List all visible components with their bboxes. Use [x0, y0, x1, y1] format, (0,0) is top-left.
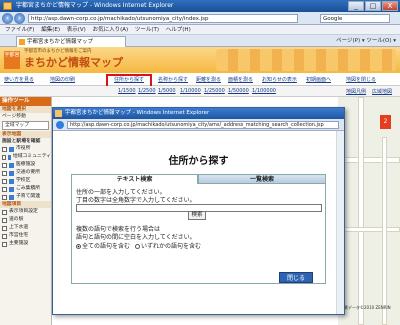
close-window-button[interactable]: X: [382, 1, 398, 11]
map-copyright: 背景データ©2010 ZENRIN: [340, 305, 391, 310]
window-title: 宇都宮まちかど情報マップ - Windows Internet Explorer: [16, 2, 174, 9]
tab-text-search[interactable]: テキスト検索: [71, 174, 198, 184]
left-panel: 操作ツール 地図を選択 ページ移動 全域マップ 表示地図 施設と駅場を確認 市役…: [0, 97, 52, 325]
site-banner: 宇都宮 宇都宮市のまちかど情報をご案内 まちかど情報マップ: [0, 47, 400, 73]
site-toolbar: 使い方を見る 地図の印刷 住所から探す 名称から探す 距離を測る 面積を測る お…: [0, 73, 400, 86]
legend-link[interactable]: 地図凡例: [346, 88, 366, 95]
tab-bar: 宇都宮まちかど情報マップ ページ(P) ▾ ツール(O) ▾: [0, 35, 400, 47]
scale-2500[interactable]: 1/2500: [138, 88, 156, 94]
close-map-link[interactable]: 地図を閉じる: [346, 76, 376, 83]
layer-item[interactable]: 市役所: [0, 145, 51, 153]
scale-bar: 1/1500 1/2500 1/5000 1/10000 1/25000 1/5…: [0, 86, 400, 97]
instruction-line: 丁目の数字は全角数字で入力してください。: [76, 197, 196, 204]
radio-all-label: 全ての語句を含む: [82, 243, 131, 250]
layer-item[interactable]: 医療施設: [0, 161, 51, 169]
notice-link[interactable]: お知らせの表示: [262, 76, 297, 83]
initial-view-link[interactable]: 初期画面へ: [306, 76, 331, 83]
radio-any-word[interactable]: [134, 244, 140, 249]
measure-distance-link[interactable]: 距離を測る: [196, 76, 221, 83]
ie-page-icon: [3, 2, 12, 10]
help-link[interactable]: 使い方を見る: [4, 76, 34, 83]
measure-area-link[interactable]: 面積を測る: [228, 76, 253, 83]
menu-view[interactable]: 表示(V): [67, 27, 86, 33]
print-link[interactable]: 地図の印刷: [50, 76, 75, 83]
ie-icon: [56, 121, 64, 129]
forward-arrow-icon[interactable]: ›: [14, 13, 25, 24]
window-titlebar: 宇都宮まちかど情報マップ - Windows Internet Explorer…: [0, 0, 400, 12]
map-item[interactable]: 上下水道: [0, 224, 51, 232]
name-search-link[interactable]: 名称から探す: [158, 76, 188, 83]
command-bar[interactable]: ページ(P) ▾ ツール(O) ▾: [336, 37, 396, 45]
menu-bar: ファイル(F) 編集(E) 表示(V) お気に入り(A) ツール(T) ヘルプ(…: [0, 25, 400, 35]
layer-item[interactable]: 地域コミュニティ: [0, 153, 51, 161]
scale-100000[interactable]: 1/100000: [252, 88, 276, 94]
layers-header: 施設と駅場を確認: [2, 139, 41, 144]
popup-url[interactable]: http://asp.dawn-corp.co.jp/machikado/uts…: [67, 121, 339, 129]
panel-header: 操作ツール: [0, 97, 51, 106]
tab-list-search[interactable]: 一覧検索: [198, 174, 326, 184]
maximize-button[interactable]: □: [365, 1, 381, 11]
popup-address-bar: http://asp.dawn-corp.co.jp/machikado/uts…: [53, 119, 344, 131]
map-item[interactable]: 表示項目設定: [0, 208, 51, 216]
layer-item[interactable]: ごみ集積所: [0, 185, 51, 193]
map-items-header: 地図項目: [0, 201, 51, 208]
popup-window: 宇都宮まちかど情報マップ - Windows Internet Explorer…: [52, 107, 345, 315]
search-panel: 住所の一部を入力してください。 丁目の数字は全角数字で入力してください。 検索 …: [71, 184, 326, 284]
url-input[interactable]: http://asp.dawn-corp.co.jp/machikado/uts…: [28, 14, 298, 23]
map-item[interactable]: 主要施設: [0, 240, 51, 248]
popup-page-icon: [55, 110, 62, 117]
close-button[interactable]: 閉じる: [279, 272, 313, 283]
display-map-label: 表示地図: [0, 131, 51, 138]
minimize-button[interactable]: _: [348, 1, 364, 11]
menu-tools[interactable]: ツール(T): [135, 27, 159, 33]
address-bar: ‹ › http://asp.dawn-corp.co.jp/machikado…: [0, 12, 400, 25]
search-tabs: テキスト検索 一覧検索: [71, 174, 326, 184]
select-map-label: 地図を選択: [0, 106, 51, 113]
site-logo: 宇都宮: [4, 51, 20, 69]
scale-5000[interactable]: 1/5000: [158, 88, 176, 94]
layer-item[interactable]: 交通の要所: [0, 169, 51, 177]
banner-illustration: [216, 49, 396, 71]
popup-title: 宇都宮まちかど情報マップ - Windows Internet Explorer: [65, 110, 210, 116]
menu-favorites[interactable]: お気に入り(A): [93, 27, 129, 33]
popup-heading: 住所から探す: [168, 156, 229, 167]
map-canvas[interactable]: 2 背景データ©2010 ZENRIN: [338, 97, 400, 325]
menu-file[interactable]: ファイル(F): [5, 27, 34, 33]
scale-10000[interactable]: 1/10000: [180, 88, 201, 94]
map-item[interactable]: 道の駅: [0, 216, 51, 224]
scale-25000[interactable]: 1/25000: [204, 88, 225, 94]
multi-instruction-line: 語句と語句の間に空白を入力してください。: [76, 234, 196, 241]
layer-item[interactable]: 学校区: [0, 177, 51, 185]
site-title: まちかど情報マップ: [24, 56, 123, 69]
tab-favicon-icon: [19, 39, 25, 45]
search-button[interactable]: 検索: [188, 211, 206, 220]
wide-map-link[interactable]: 広域地図: [372, 88, 392, 95]
map-select[interactable]: 全域マップ: [2, 121, 49, 130]
back-arrow-icon[interactable]: ‹: [2, 13, 13, 24]
match-mode-radios: 全ての語句を含む いずれかの語句を含む: [76, 241, 201, 250]
scale-50000[interactable]: 1/50000: [228, 88, 249, 94]
radio-all-words[interactable]: [76, 244, 81, 249]
layer-item[interactable]: 子育て関連: [0, 193, 51, 201]
popup-titlebar: 宇都宮まちかど情報マップ - Windows Internet Explorer: [53, 108, 344, 119]
search-input[interactable]: Google: [320, 14, 390, 23]
page-move-label: ページ移動: [2, 114, 26, 119]
scale-1500[interactable]: 1/1500: [118, 88, 136, 94]
tab-label: 宇都宮まちかど情報マップ: [27, 39, 94, 45]
browser-tab[interactable]: 宇都宮まちかど情報マップ: [16, 36, 126, 47]
menu-help[interactable]: ヘルプ(H): [166, 27, 191, 33]
map-marker-icon[interactable]: 2: [380, 115, 391, 129]
radio-any-label: いずれかの語句を含む: [140, 243, 201, 250]
menu-edit[interactable]: 編集(E): [41, 27, 60, 33]
map-item[interactable]: 市営住宅: [0, 232, 51, 240]
